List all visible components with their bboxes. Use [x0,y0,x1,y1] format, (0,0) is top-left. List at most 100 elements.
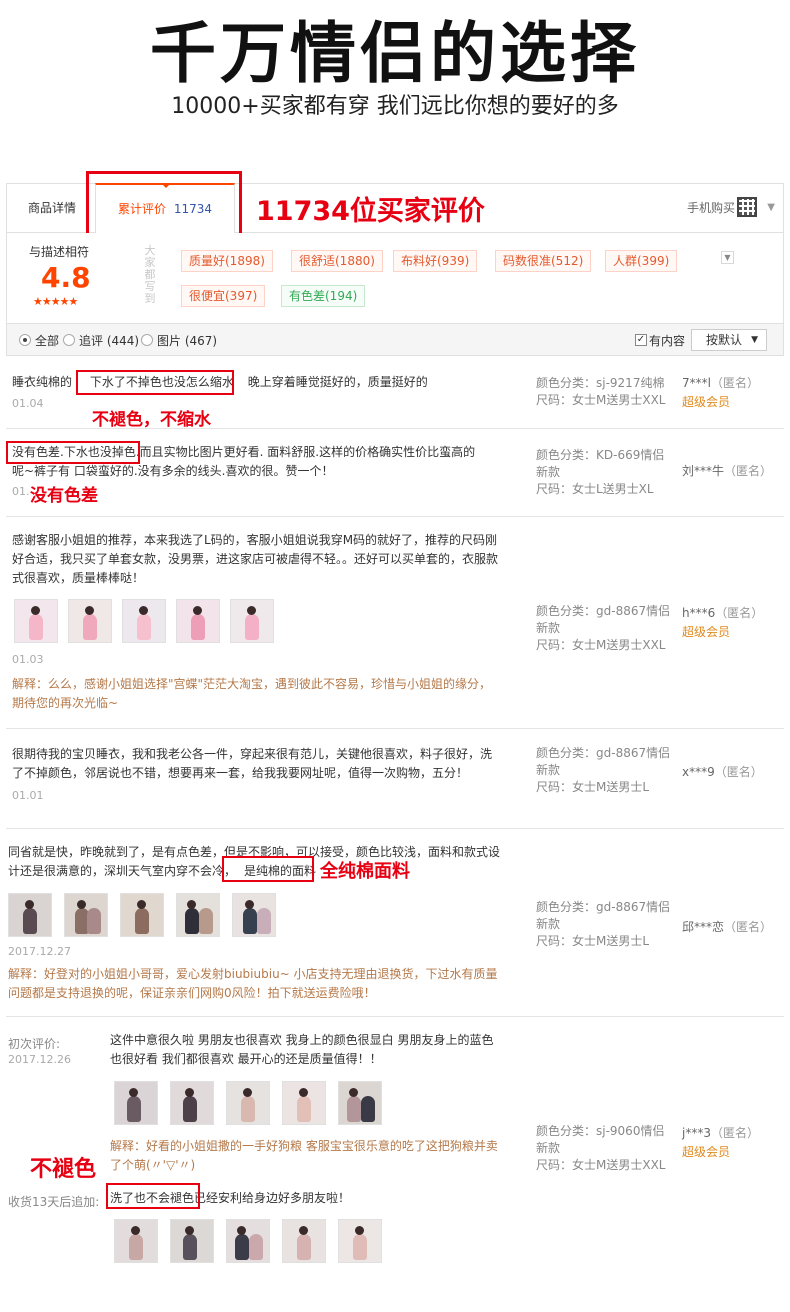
annotation-box-no-color-diff [6,441,140,464]
seller-reply: 解释：么么，感谢小姐姐选择"宫蝶"茫茫大淘宝，遇到彼此不容易，珍惜与小姐姐的缘分… [12,677,492,710]
review-photo[interactable] [120,893,164,937]
review-photo[interactable] [64,893,108,937]
review-sku: 颜色分类：KD-669情侣新款 尺码：女士L送男士XL [536,447,676,498]
user-name: 邱***恋 [682,920,725,934]
review-date: 2017.12.26 [8,1053,71,1066]
banner-subline: 10000+买家都有穿 我们远比你想的要好的多 [171,94,619,119]
user-name: 刘***牛 [682,464,725,478]
banner-headline: 千万情侣的选择 [150,15,640,92]
sku-color: 颜色分类：gd-8867情侣新款 [536,900,671,931]
review-text: 这件中意很久啦 男朋友也很喜欢 我身上的颜色很显白 男朋友身上的蓝色也很好看 我… [110,1033,494,1066]
tag-cheap[interactable]: 很便宜(397) [181,285,266,307]
review-photo[interactable] [338,1081,382,1125]
sku-size: 尺码：女士L送男士XL [536,482,654,496]
user-anon: （匿名） [724,464,773,478]
match-description-label: 与描述相符 [29,245,90,259]
review-photo[interactable] [230,599,274,643]
sku-size: 尺码：女士M送男士XXL [536,393,666,407]
user-name: 7***l [682,376,711,390]
sku-color: 颜色分类：KD-669情侣新款 [536,448,665,479]
qr-code-icon[interactable] [737,197,757,217]
review-date: 01.04 [12,397,44,410]
review-photo[interactable] [232,893,276,937]
annotation-box-no-fade [76,370,234,395]
sku-size: 尺码：女士M送男士XXL [536,1158,666,1172]
sku-color: 颜色分类：gd-8867情侣新款 [536,746,671,777]
tag-color-difference[interactable]: 有色差(194) [281,285,366,307]
radio-followup[interactable] [63,334,75,346]
review-sku: 颜色分类：gd-8867情侣新款 尺码：女士M送男士L [536,899,676,950]
rating-score: 4.8 [41,261,91,294]
has-content-label: 有内容 [649,334,686,348]
chevron-down-icon[interactable]: ▼ [767,202,775,213]
review-user: 邱***恋（匿名） [682,919,772,936]
user-anon: （匿名） [710,376,759,390]
review-date: 01. [12,485,30,498]
sku-size: 尺码：女士M送男士L [536,780,650,794]
followup-text-part: 已经安利给身边好多朋友啦！ [194,1191,351,1205]
vip-badge: 超级会员 [682,625,731,639]
radio-all[interactable] [19,334,31,346]
review-text: 感谢客服小姐姐的推荐，本来我选了L码的，客服小姐姐说我穿M码的就好了，推荐的尺码… [12,533,499,585]
seller-reply: 解释：好登对的小姐姐小哥哥，爱心发射biubiubiu~ 小店支持无理由退换货，… [8,967,498,1000]
review-photo[interactable] [338,1219,382,1263]
review-photo[interactable] [282,1081,326,1125]
review-photo[interactable] [122,599,166,643]
review-text-part: 呢~裤子有 口袋蛮好的.没有多余的线头.喜欢的很。赞一个！ [12,464,334,478]
review-date: 2017.12.27 [8,945,71,958]
review-photo[interactable] [176,893,220,937]
review-photo[interactable] [282,1219,326,1263]
review-photo[interactable] [176,599,220,643]
review-sku: 颜色分类：sj-9060情侣新款 尺码：女士M送男士XXL [536,1123,676,1174]
tag-fabric-good[interactable]: 布料好(939) [393,250,478,272]
followup-label: 收货13天后追加: [8,1195,100,1209]
annotation-box-full-cotton [222,856,314,882]
tab-details[interactable]: 商品详情 [17,184,87,232]
review-photo[interactable] [14,599,58,643]
review-photo[interactable] [114,1219,158,1263]
review-photo[interactable] [114,1081,158,1125]
initial-review-label: 初次评价: [8,1037,61,1051]
filter-images-label: 图片 (467) [157,334,218,348]
tag-size-accurate[interactable]: 码数很准(512) [495,250,592,272]
user-anon: （匿名） [724,920,773,934]
user-anon: （匿名） [710,1126,759,1140]
sort-select[interactable]: 按默认 ▼ [691,329,767,351]
review-photo[interactable] [68,599,112,643]
review-sku: 颜色分类：sj-9217纯棉 尺码：女士M送男士XXL [536,375,676,409]
review-user: h***6（匿名） [682,605,763,622]
annotation-box-no-fade-2 [106,1183,200,1209]
review-photo[interactable] [8,893,52,937]
review-user: j***3（匿名） [682,1125,759,1142]
tags-expand-icon[interactable]: ▼ [721,251,734,264]
review-date: 01.03 [12,653,44,666]
annotation-no-color-diff: 没有色差 [30,481,98,506]
review-user: x***9（匿名） [682,764,763,781]
review-text: 很期待我的宝贝睡衣，我和我老公各一件，穿起来很有范儿，关键他很喜欢，料子很好，洗… [12,747,493,780]
reviews-panel: 商品详情 累计评价 11734 手机购买 ▼ 11734位买家评价 与描述相符 … [6,171,784,1303]
review-user: 刘***牛（匿名） [682,463,772,480]
everyone-wrote-label: 大家都写到 [144,244,156,305]
mobile-buy-link[interactable]: 手机购买 [687,184,735,232]
review-item: 初次评价: 2017.12.26 这件中意很久啦 男朋友也很喜欢 我身上的颜色很… [6,1017,784,1303]
tag-comfortable[interactable]: 很舒适(1880) [291,250,383,272]
rating-stars: ★★★★★ [33,295,78,308]
has-content-checkbox[interactable]: ✓ [635,334,647,346]
annotation-no-fade: 不褪色，不缩水 [92,410,211,430]
review-photo[interactable] [226,1219,270,1263]
review-sku: 颜色分类：gd-8867情侣新款 尺码：女士M送男士L [536,745,676,796]
tag-quality-good[interactable]: 质量好(1898) [181,250,273,272]
review-date: 01.01 [12,789,44,802]
review-photo[interactable] [226,1081,270,1125]
sku-color: 颜色分类：gd-8867情侣新款 [536,604,671,635]
sort-select-value: 按默认 [706,333,743,347]
sku-size: 尺码：女士M送男士L [536,934,650,948]
tag-audience[interactable]: 人群(399) [605,250,678,272]
annotation-full-cotton: 全纯棉面料 [320,861,410,882]
user-name: x***9 [682,765,715,779]
radio-images[interactable] [141,334,153,346]
review-photo[interactable] [170,1219,214,1263]
review-photo[interactable] [170,1081,214,1125]
review-user: 7***l（匿名） [682,375,759,392]
annotation-no-fade-2: 不褪色 [30,1151,97,1183]
